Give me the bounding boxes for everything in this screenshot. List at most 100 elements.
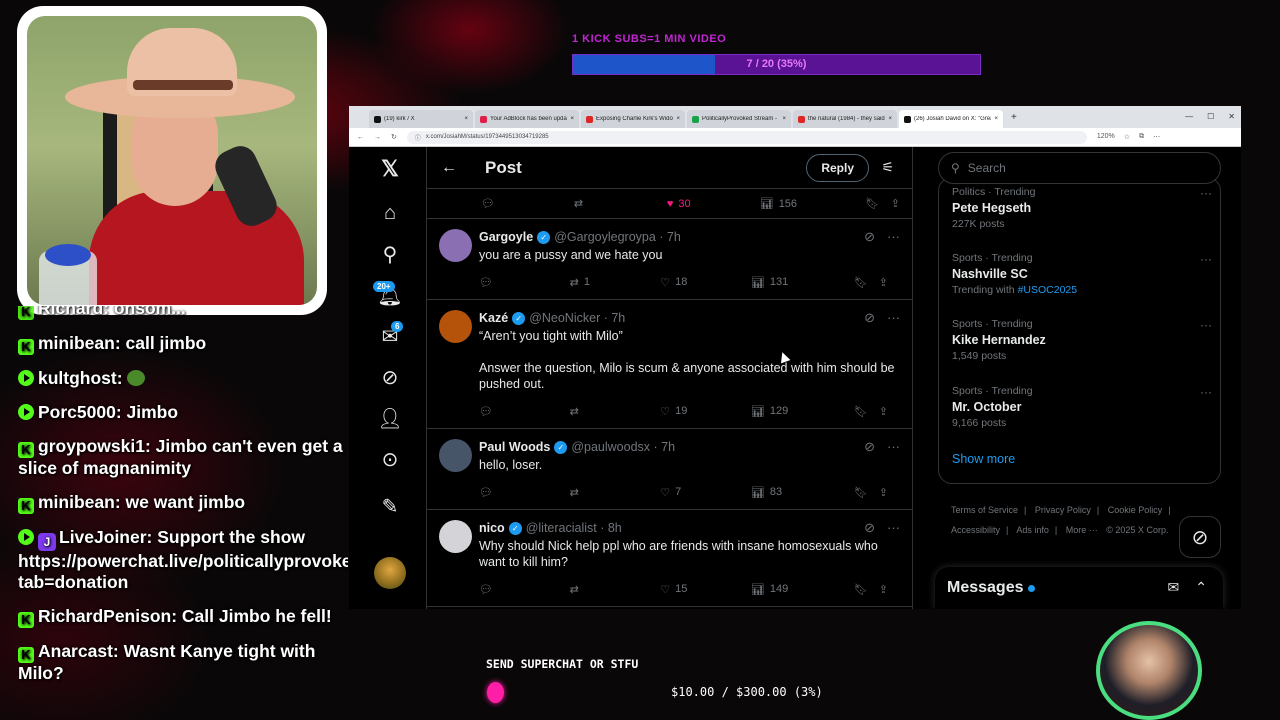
views-action[interactable]: 📊︎ 156 [760, 197, 866, 211]
more-options-icon[interactable]: ··· [887, 520, 900, 536]
browser-tab[interactable]: the natural (1984) - they said to...× [793, 110, 897, 128]
more-icon[interactable]: ⊙ [376, 445, 404, 473]
reload-icon[interactable]: ↻ [391, 133, 397, 141]
tweet-author-name[interactable]: Paul Woods [479, 440, 550, 454]
tweet-handle[interactable]: @Gargoylegroypa · 7h [554, 230, 681, 244]
reply-tweet[interactable]: Paul Woods ✓ @paulwoodsx · 7h ⊘ ··· hell… [427, 429, 912, 510]
home-icon[interactable]: ⌂ [376, 199, 404, 227]
trend-hashtag-link[interactable]: #USOC2025 [1018, 284, 1078, 296]
like-action[interactable]: ♡ 19 [660, 405, 751, 418]
footer-link[interactable]: Terms of Service [951, 505, 1018, 515]
messages-drawer[interactable]: Messages ✉ ⌃ [935, 567, 1223, 609]
url-input[interactable]: ⓘ x.com/JosiahM/status/19734495130347192… [406, 130, 1087, 144]
more-options-icon[interactable]: ··· [1200, 186, 1212, 200]
more-options-icon[interactable]: ··· [1200, 385, 1212, 399]
new-tab-icon[interactable]: + [1011, 112, 1017, 123]
expand-icon[interactable]: ⌃ [1195, 579, 1207, 596]
compose-post-icon[interactable]: ✎ [376, 492, 404, 520]
grok-icon[interactable]: ⊘ [864, 520, 875, 536]
views-action[interactable]: 📊︎ 83 [751, 486, 854, 499]
more-options-icon[interactable]: ··· [887, 229, 900, 245]
search-input[interactable]: ⚲ Search [938, 152, 1221, 184]
search-icon[interactable]: ⚲ [376, 240, 404, 268]
repost-action[interactable]: ⇄ 1 [570, 276, 661, 289]
show-more-link[interactable]: Show more [952, 452, 1015, 466]
bookmark-action[interactable]: 🔖︎ [854, 583, 879, 596]
avatar[interactable] [439, 520, 472, 553]
extensions-icon[interactable]: ⧉ [1139, 133, 1144, 141]
reply-tweet[interactable]: nico ✓ @literacialist · 8h ⊘ ··· Why sho… [427, 510, 912, 607]
reply-button[interactable]: Reply [806, 154, 869, 182]
bookmark-action[interactable]: 🔖︎ [865, 197, 890, 210]
avatar[interactable] [439, 439, 472, 472]
close-window-icon[interactable]: ✕ [1228, 112, 1235, 121]
footer-link[interactable]: More ··· [1066, 525, 1098, 535]
site-info-icon[interactable]: ⓘ [415, 133, 421, 142]
views-action[interactable]: 📊︎ 131 [751, 276, 854, 289]
browser-tab-active[interactable]: (26) Josiah David on X: "Great q...× [899, 110, 1003, 128]
profile-icon[interactable]: 👤︎ [376, 404, 404, 432]
more-options-icon[interactable]: ··· [887, 310, 900, 326]
share-action[interactable]: ⇪ [879, 486, 888, 499]
new-message-icon[interactable]: ✉ [1168, 579, 1180, 596]
repost-action[interactable]: ⇄ [570, 583, 661, 596]
footer-link[interactable]: Privacy Policy [1035, 505, 1091, 515]
tweet-handle[interactable]: @NeoNicker · 7h [529, 311, 625, 325]
tweet-author-name[interactable]: Gargoyle [479, 230, 533, 244]
repost-action[interactable]: ⇄ [570, 405, 661, 418]
reply-action[interactable]: 💬︎ [479, 405, 570, 418]
share-action[interactable]: ⇪ [891, 197, 900, 210]
bookmark-action[interactable]: 🔖︎ [854, 276, 879, 289]
repost-action[interactable]: ⇄ [574, 197, 667, 210]
tweet-handle[interactable]: @paulwoodsx · 7h [571, 440, 675, 454]
like-action[interactable]: ♥ 30 [667, 198, 760, 210]
grok-icon[interactable]: ⊘ [864, 310, 875, 326]
tweet-author-name[interactable]: nico [479, 521, 505, 535]
footer-link[interactable]: Cookie Policy [1108, 505, 1163, 515]
reply-tweet[interactable]: Gargoyle ✓ @Gargoylegroypa · 7h ⊘ ··· yo… [427, 219, 912, 300]
avatar[interactable] [439, 229, 472, 262]
x-logo-icon[interactable]: 𝕏 [376, 155, 404, 183]
share-action[interactable]: ⇪ [879, 405, 888, 418]
views-action[interactable]: 📊︎ 149 [751, 583, 854, 596]
browser-tab[interactable]: PoliticallyProvoked Stream - W...× [687, 110, 791, 128]
forward-icon[interactable]: → [374, 134, 381, 141]
grok-floating-button[interactable]: ⊘ [1179, 516, 1221, 558]
share-action[interactable]: ⇪ [879, 276, 888, 289]
bookmark-action[interactable]: 🔖︎ [854, 405, 879, 418]
browser-tab[interactable]: Exposing Charlie Kirk's Widow,...× [581, 110, 685, 128]
zoom-level[interactable]: 120% [1097, 133, 1115, 141]
browser-tab[interactable]: Your AdBlock has been update...× [475, 110, 579, 128]
trend-item[interactable]: Sports · Trending Kike Hernandez 1,549 p… [952, 318, 1212, 362]
repost-action[interactable]: ⇄ [570, 486, 661, 499]
maximize-icon[interactable]: ☐ [1207, 112, 1214, 121]
sliders-icon[interactable]: ⚟ [881, 159, 894, 176]
grok-icon[interactable]: ⊘ [864, 439, 875, 455]
back-arrow-icon[interactable]: ← [441, 159, 457, 177]
avatar[interactable] [439, 310, 472, 343]
grok-icon[interactable]: ⊘ [376, 363, 404, 391]
trend-item[interactable]: Sports · Trending Mr. October 9,166 post… [952, 385, 1212, 429]
share-action[interactable]: ⇪ [879, 583, 888, 596]
grok-icon[interactable]: ⊘ [864, 229, 875, 245]
reply-action[interactable]: 💬︎ [481, 197, 574, 210]
like-action[interactable]: ♡ 15 [660, 583, 751, 596]
reply-tweet[interactable]: Kazé ✓ @NeoNicker · 7h ⊘ ··· “Aren’t you… [427, 300, 912, 429]
reply-action[interactable]: 💬︎ [479, 486, 570, 499]
like-action[interactable]: ♡ 18 [660, 276, 751, 289]
trend-item[interactable]: Politics · Trending Pete Hegseth 227K po… [952, 186, 1212, 230]
minimize-icon[interactable]: — [1185, 112, 1193, 121]
more-options-icon[interactable]: ··· [1200, 318, 1212, 332]
footer-link[interactable]: Accessibility [951, 525, 1000, 535]
trend-item[interactable]: Sports · Trending Nashville SC Trending … [952, 252, 1212, 296]
more-options-icon[interactable]: ··· [1200, 252, 1212, 266]
bookmark-action[interactable]: 🔖︎ [854, 486, 879, 499]
like-action[interactable]: ♡ 7 [660, 486, 751, 499]
tweet-author-name[interactable]: Kazé [479, 311, 508, 325]
more-options-icon[interactable]: ··· [887, 439, 900, 455]
browser-tab[interactable]: (19) kirk / X × [369, 110, 473, 128]
browser-menu-icon[interactable]: ⋯ [1153, 133, 1160, 141]
avatar[interactable] [374, 557, 406, 589]
footer-link[interactable]: Ads info [1016, 525, 1049, 535]
bookmark-star-icon[interactable]: ☆ [1124, 133, 1130, 141]
